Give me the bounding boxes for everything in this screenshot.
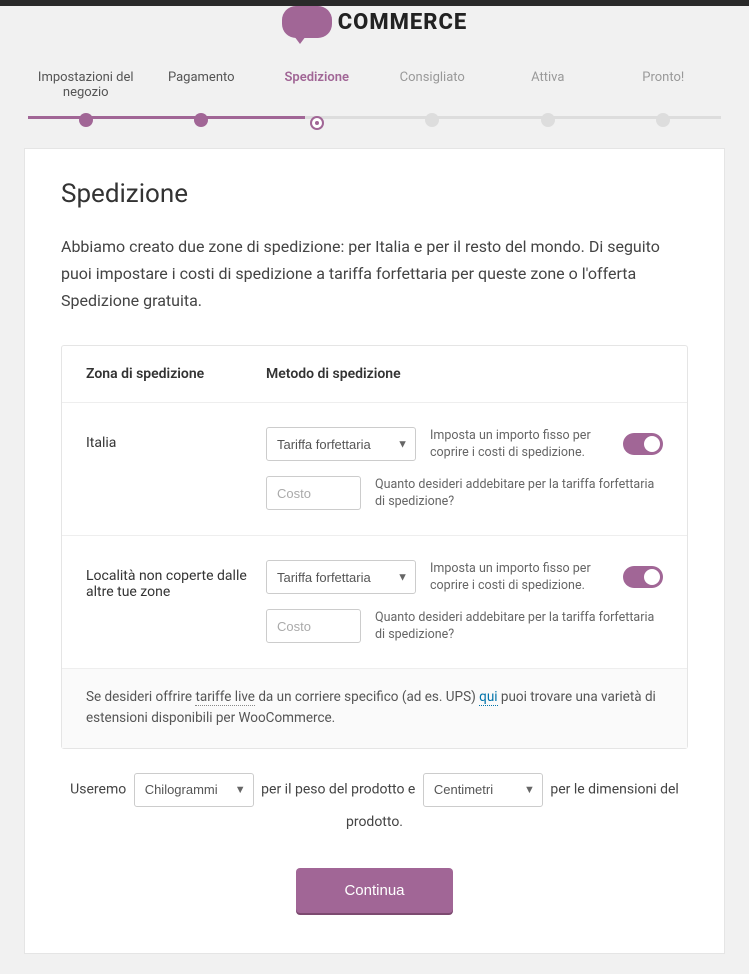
continue-wrap: Continua [61,868,688,913]
toggle-knob [644,436,660,452]
step-recommended[interactable]: Consigliato [375,70,491,128]
step-dot-icon [425,113,439,127]
flat-rate-cost-input[interactable] [266,609,361,643]
logo-area: COMMERCE [0,6,749,50]
step-dot-icon [79,113,93,127]
zone-name: Italia [86,427,266,451]
continue-button[interactable]: Continua [296,868,452,913]
units-row: Useremo Chilogrammi ▼ per il peso del pr… [61,773,688,838]
page-title: Spedizione [61,179,688,209]
logo-text: COMMERCE [338,10,467,35]
footer-dotted-term: tariffe live [195,689,255,706]
dimension-unit-select[interactable]: Centimetri ▼ [423,773,543,807]
flat-rate-cost-input[interactable] [266,476,361,510]
dimension-unit-dropdown[interactable]: Centimetri [423,773,543,807]
shipping-method-dropdown[interactable]: Tariffa forfettaria [266,427,416,461]
method-desc: Imposta un importo fisso per coprire i c… [430,560,609,595]
step-dot-icon [541,113,555,127]
step-label: Consigliato [400,70,465,85]
shipping-table: Zona di spedizione Metodo di spedizione … [61,345,688,749]
step-label: Pronto! [642,70,684,85]
step-ready[interactable]: Pronto! [606,70,722,128]
weight-unit-select[interactable]: Chilogrammi ▼ [134,773,254,807]
footer-extensions-link[interactable]: qui [479,689,497,706]
intro-text: Abbiamo creato due zone di spedizione: p… [61,233,688,315]
step-label: Spedizione [284,70,349,85]
step-payment[interactable]: Pagamento [144,70,260,128]
step-label: Attiva [531,70,564,85]
shipping-method-select[interactable]: Tariffa forfettaria ▼ [266,560,416,594]
step-dot-icon [194,113,208,127]
footer-text-mid: da un corriere specifico (ad es. UPS) [255,689,479,705]
footer-text-pre: Se desideri offrire [86,689,195,705]
shipping-footer-note: Se desideri offrire tariffe live da un c… [62,669,687,748]
step-dot-icon [656,113,670,127]
zone-name: Località non coperte dalle altre tue zon… [86,560,266,600]
step-dot-icon [312,118,322,128]
cost-desc: Quanto desideri addebitare per la tariff… [375,476,663,511]
wizard-stepper: Impostazioni del negozio Pagamento Spedi… [0,50,749,128]
header-method: Metodo di spedizione [266,366,663,382]
weight-unit-dropdown[interactable]: Chilogrammi [134,773,254,807]
shipping-method-select[interactable]: Tariffa forfettaria ▼ [266,427,416,461]
method-desc: Imposta un importo fisso per coprire i c… [430,427,609,462]
step-shipping[interactable]: Spedizione [259,70,375,128]
cost-desc: Quanto desideri addebitare per la tariff… [375,609,663,644]
table-header: Zona di spedizione Metodo di spedizione [62,346,687,403]
shipping-zone-row: Località non coperte dalle altre tue zon… [62,536,687,669]
zone-enabled-toggle[interactable] [623,566,663,588]
zone-enabled-toggle[interactable] [623,433,663,455]
step-activate[interactable]: Attiva [490,70,606,128]
toggle-knob [644,569,660,585]
woocommerce-logo: COMMERCE [282,6,467,38]
logo-bubble-icon [282,6,332,38]
shipping-method-dropdown[interactable]: Tariffa forfettaria [266,560,416,594]
shipping-zone-row: Italia Tariffa forfettaria ▼ Imposta un … [62,403,687,536]
step-label: Pagamento [168,70,235,85]
step-label: Impostazioni del negozio [38,70,134,100]
units-text-pre: Useremo [70,781,126,797]
main-card: Spedizione Abbiamo creato due zone di sp… [24,148,725,954]
zone-method-block: Tariffa forfettaria ▼ Imposta un importo… [266,560,663,644]
units-text-mid: per il peso del prodotto e [261,781,415,797]
step-store-settings[interactable]: Impostazioni del negozio [28,70,144,128]
header-zone: Zona di spedizione [86,366,266,382]
zone-method-block: Tariffa forfettaria ▼ Imposta un importo… [266,427,663,511]
